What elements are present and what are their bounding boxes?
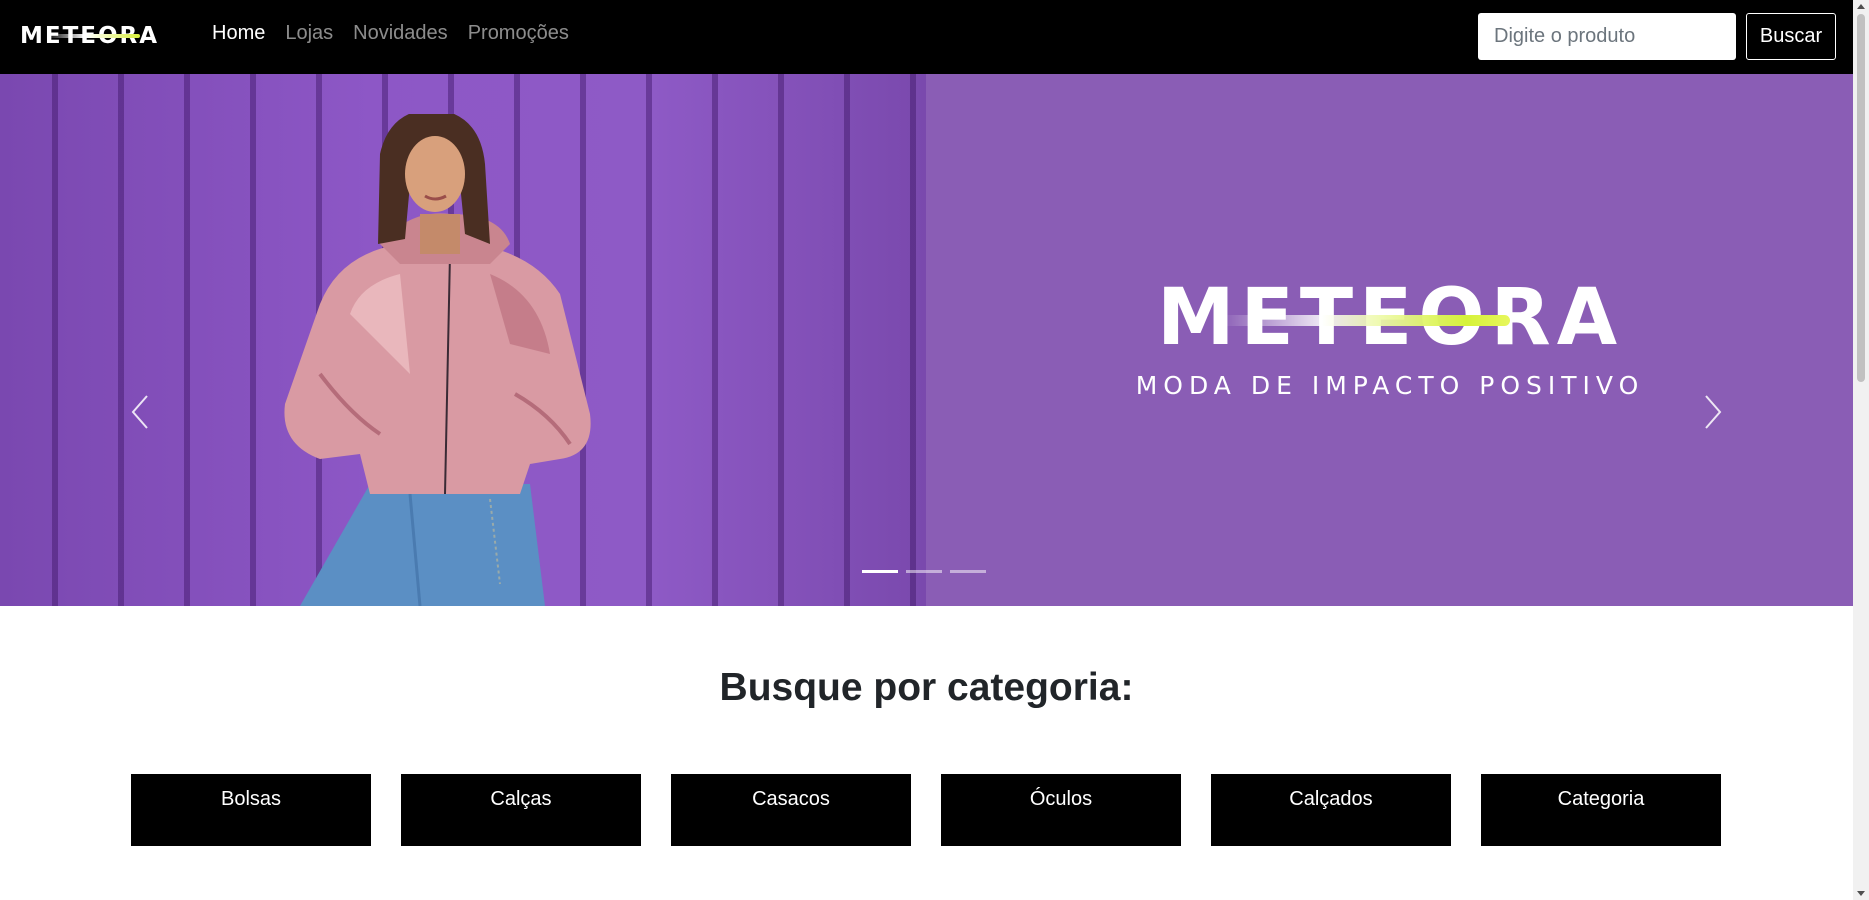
- hero-logo: METEORA MODA DE IMPACTO POSITIVO: [1130, 279, 1650, 400]
- hero-tagline: MODA DE IMPACTO POSITIVO: [1135, 371, 1645, 400]
- category-grid: Bolsas Calças Casacos Óculos Calçados Ca…: [131, 774, 1721, 846]
- category-button-casacos[interactable]: Casacos: [671, 774, 911, 846]
- category-button-bolsas[interactable]: Bolsas: [131, 774, 371, 846]
- carousel-indicators: [862, 570, 986, 573]
- hero-logo-word: METEORA: [1130, 279, 1650, 357]
- category-button-calcados[interactable]: Calçados: [1211, 774, 1451, 846]
- category-section-title: Busque por categoria:: [719, 666, 1134, 709]
- nav-link-lojas[interactable]: Lojas: [285, 22, 333, 45]
- category-button-oculos[interactable]: Óculos: [941, 774, 1181, 846]
- category-button-calcas[interactable]: Calças: [401, 774, 641, 846]
- hero-photo: [0, 74, 926, 606]
- model-illustration: [284, 114, 591, 606]
- scroll-up-icon[interactable]: [1857, 4, 1865, 9]
- scroll-down-icon[interactable]: [1857, 891, 1865, 896]
- carousel-indicator-1[interactable]: [862, 570, 898, 573]
- nav-link-novidades[interactable]: Novidades: [353, 22, 448, 45]
- scroll-thumb[interactable]: [1857, 14, 1865, 382]
- nav-link-home[interactable]: Home: [212, 22, 265, 45]
- carousel-indicator-3[interactable]: [950, 570, 986, 573]
- page-scrollbar[interactable]: [1853, 0, 1869, 900]
- brand-streak: [50, 34, 140, 38]
- carousel-indicator-2[interactable]: [906, 570, 942, 573]
- search-input[interactable]: [1478, 13, 1736, 60]
- brand-logo[interactable]: METEORA: [20, 20, 159, 52]
- carousel-next-icon[interactable]: [1700, 392, 1726, 432]
- hero-logo-streak: [1220, 315, 1510, 326]
- category-button-categoria[interactable]: Categoria: [1481, 774, 1721, 846]
- hero-carousel: METEORA MODA DE IMPACTO POSITIVO: [0, 74, 1853, 606]
- top-navbar: METEORA Home Lojas Novidades Promoções B…: [0, 0, 1853, 74]
- nav-links: Home Lojas Novidades Promoções: [212, 22, 589, 45]
- search-button[interactable]: Buscar: [1746, 13, 1836, 60]
- nav-link-promocoes[interactable]: Promoções: [468, 22, 569, 45]
- carousel-prev-icon[interactable]: [127, 392, 153, 432]
